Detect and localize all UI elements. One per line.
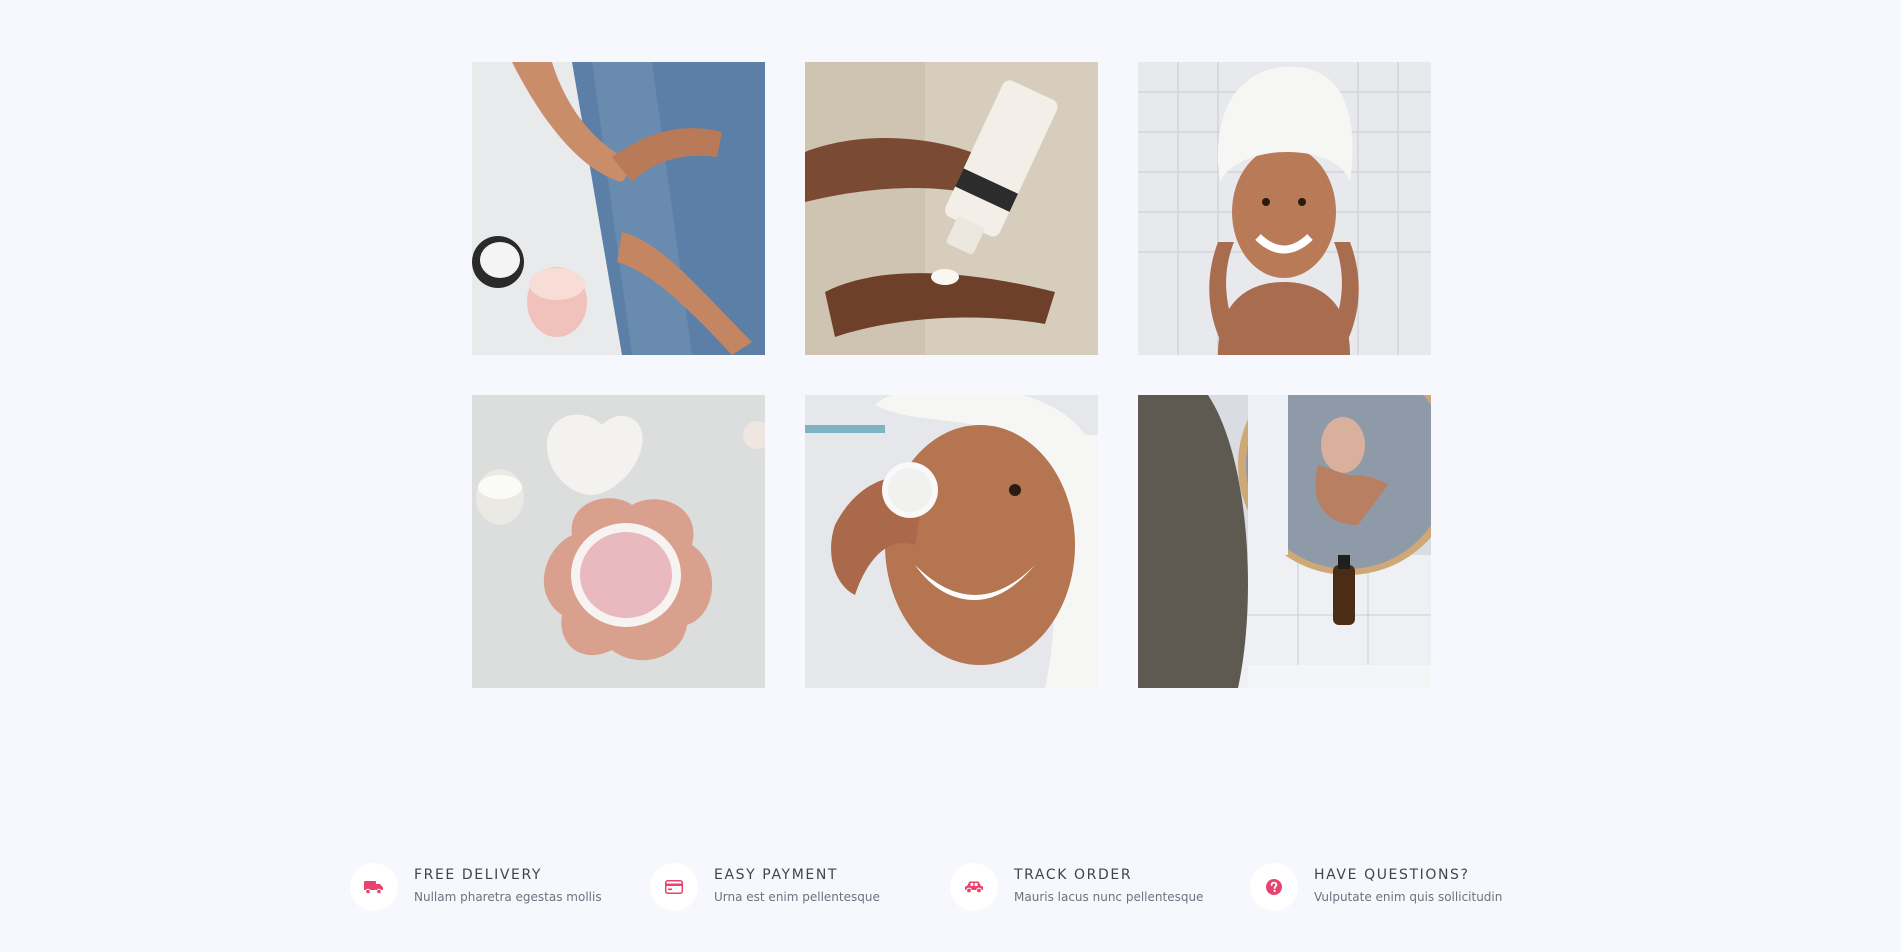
gallery-image-mirror-mask[interactable] (1138, 395, 1431, 688)
feature-subtitle: Nullam pharetra egestas mollis (414, 890, 602, 904)
photo-icon (472, 395, 765, 688)
photo-icon (1138, 395, 1431, 688)
feature-have-questions: HAVE QUESTIONS? Vulputate enim quis soll… (1250, 861, 1550, 911)
gallery-image-hand-cream[interactable] (472, 62, 765, 355)
car-icon (950, 863, 998, 911)
image-gallery (472, 62, 1431, 688)
credit-card-icon (650, 863, 698, 911)
feature-subtitle: Urna est enim pellentesque (714, 890, 880, 904)
photo-icon (472, 62, 765, 355)
features-bar: FREE DELIVERY Nullam pharetra egestas mo… (350, 861, 1550, 911)
gallery-image-cream-dish[interactable] (472, 395, 765, 688)
question-circle-icon (1250, 863, 1298, 911)
feature-title: FREE DELIVERY (414, 867, 543, 883)
feature-title: TRACK ORDER (1014, 867, 1133, 883)
feature-subtitle: Mauris lacus nunc pellentesque (1014, 890, 1204, 904)
feature-free-delivery: FREE DELIVERY Nullam pharetra egestas mo… (350, 861, 650, 911)
gallery-image-towel-smile[interactable] (1138, 62, 1431, 355)
feature-subtitle: Vulputate enim quis sollicitudin (1314, 890, 1503, 904)
photo-icon (1138, 62, 1431, 355)
gallery-image-lotion-tube[interactable] (805, 62, 1098, 355)
feature-title: HAVE QUESTIONS? (1314, 867, 1470, 883)
photo-icon (805, 395, 1098, 688)
feature-title: EASY PAYMENT (714, 867, 839, 883)
feature-easy-payment: EASY PAYMENT Urna est enim pellentesque (650, 861, 950, 911)
gallery-image-cotton-pad[interactable] (805, 395, 1098, 688)
truck-icon (350, 863, 398, 911)
feature-track-order: TRACK ORDER Mauris lacus nunc pellentesq… (950, 861, 1250, 911)
photo-icon (805, 62, 1098, 355)
